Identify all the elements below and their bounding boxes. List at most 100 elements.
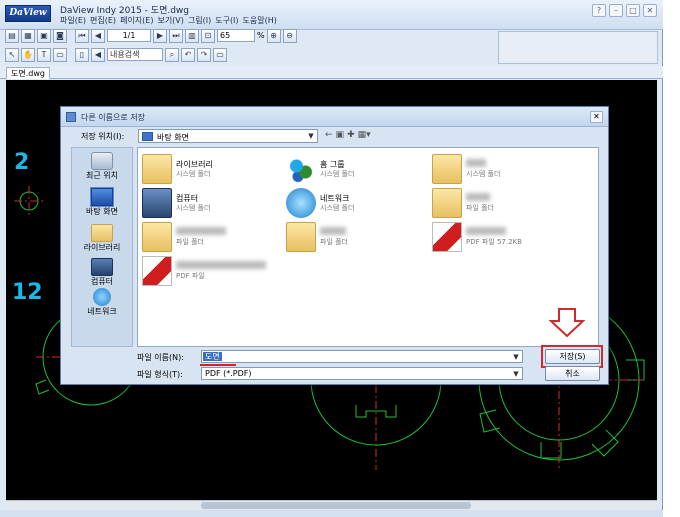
homegroup-icon (286, 154, 316, 184)
image-icon[interactable]: ▭ (53, 47, 67, 62)
pdf-file-icon (432, 222, 462, 252)
file-item-folder[interactable]: 파일 폴더 (142, 222, 282, 256)
place-desktop[interactable]: 바탕 화면 (72, 187, 132, 217)
daview-logo: DaView (5, 5, 51, 22)
file-type: 파일 폴더 (466, 204, 494, 212)
pan-hand-icon[interactable]: ✋ (21, 47, 35, 62)
search-icon[interactable]: ⌕ (165, 47, 179, 62)
file-item-folder[interactable]: 파일 폴더 (286, 222, 426, 256)
menu-page[interactable]: 페이지(E) (120, 15, 153, 26)
zoom-icon[interactable]: ⊡ (201, 28, 215, 43)
properties-icon[interactable]: ▣ (37, 28, 51, 43)
tab-drawing[interactable]: 도면.dwg (6, 67, 50, 79)
view-menu-icon[interactable]: ▦▾ (358, 130, 371, 140)
secondary-toolbar: ↖ ✋ T ▭ ▯ ◀ 내용검색 ⌕ ↶ ↷ ▭ (0, 46, 495, 63)
place-recent[interactable]: 최근 위치 (72, 152, 132, 181)
back-arrow-icon[interactable]: ← (325, 130, 333, 140)
cancel-button[interactable]: 취소 (545, 366, 600, 381)
place-computer[interactable]: 컴퓨터 (72, 258, 132, 287)
file-item-folder[interactable]: 파일 폴더 (432, 188, 582, 222)
file-name (320, 227, 346, 235)
network-globe-icon (286, 188, 316, 218)
file-item-user-folder[interactable]: 시스템 폴더 (432, 154, 582, 188)
last-page-icon[interactable]: ⏭ (169, 28, 183, 43)
minimize-button[interactable]: – (609, 4, 623, 17)
file-type: 시스템 폴더 (320, 204, 355, 212)
file-list[interactable]: 라이브러리 시스템 폴더 홈 그룹 시스템 폴더 시스템 폴더 컴퓨터 시스템 … (137, 147, 599, 347)
file-item-homegroup[interactable]: 홈 그룹 시스템 폴더 (286, 154, 426, 188)
red-arrow-icon (549, 308, 585, 338)
page-number-field[interactable]: 1/1 (107, 29, 151, 42)
scrollbar-thumb[interactable] (201, 502, 471, 509)
place-label: 라이브러리 (83, 243, 121, 252)
status-bar (0, 510, 663, 517)
fit-icon[interactable]: ◙ (53, 28, 67, 43)
save-icon[interactable]: ▤ (5, 28, 19, 43)
folder-icon (142, 222, 172, 252)
prev-page-icon[interactable]: ◀ (91, 28, 105, 43)
user-folder-icon (432, 154, 462, 184)
place-libraries[interactable]: 라이브러리 (72, 224, 132, 253)
back-icon[interactable]: ◀ (91, 47, 105, 62)
page-layout-icon[interactable]: ▥ (185, 28, 199, 43)
file-type: 시스템 폴더 (176, 170, 211, 178)
print-icon[interactable]: ▦ (21, 28, 35, 43)
cad-label-12: 12 (12, 280, 43, 305)
look-in-dropdown[interactable]: 바탕 화면 ▼ (138, 129, 318, 143)
zoom-field[interactable]: 65 (217, 29, 255, 42)
zoom-in-icon[interactable]: ⊕ (266, 28, 281, 43)
dialog-close-button[interactable]: ✕ (590, 111, 603, 123)
place-label: 최근 위치 (86, 171, 118, 180)
horizontal-scrollbar[interactable] (6, 500, 657, 510)
menu-edit[interactable]: 편집(E) (90, 15, 116, 26)
up-folder-icon[interactable]: ▣ (336, 130, 345, 140)
file-type-label: 파일 형식(T): (137, 370, 183, 379)
menu-image[interactable]: 그림(I) (188, 15, 211, 26)
measure-icon[interactable]: ▭ (213, 47, 227, 62)
chevron-down-icon[interactable]: ▼ (511, 352, 521, 362)
file-name-input[interactable]: 도면 ▼ (201, 350, 523, 363)
chevron-down-icon: ▼ (308, 132, 314, 140)
file-type-value: PDF (*.PDF) (205, 369, 252, 378)
file-name (176, 261, 266, 269)
file-name (466, 227, 506, 235)
network-globe-icon (93, 288, 111, 306)
file-name (176, 227, 226, 235)
close-button[interactable]: ✕ (643, 4, 657, 17)
place-label: 바탕 화면 (86, 207, 118, 216)
file-item-libraries[interactable]: 라이브러리 시스템 폴더 (142, 154, 282, 188)
file-name-value: 도면 (203, 352, 222, 361)
select-icon[interactable]: ↖ (5, 47, 19, 62)
place-label: 네트워크 (87, 307, 117, 316)
menu-tools[interactable]: 도구(I) (215, 15, 238, 26)
title-bar: DaView DaView Indy 2015 - 도면.dwg 파일(E) 편… (0, 0, 663, 30)
help-button[interactable]: ? (592, 4, 606, 17)
next-page-icon[interactable]: ▶ (153, 28, 167, 43)
file-item-pdf[interactable]: PDF 파일 (142, 256, 302, 290)
bookmark-icon[interactable]: ▯ (75, 47, 89, 62)
first-page-icon[interactable]: ⏮ (75, 28, 89, 43)
pdf-file-icon (142, 256, 172, 286)
computer-icon (142, 188, 172, 218)
file-name (466, 159, 486, 167)
rotate-right-icon[interactable]: ↷ (197, 47, 211, 62)
main-toolbar: ▤ ▦ ▣ ◙ ⏮ ◀ 1/1 ▶ ⏭ ▥ ⊡ 65 % ⊕ ⊖ (0, 27, 495, 44)
save-button[interactable]: 저장(S) (545, 349, 600, 364)
menu-file[interactable]: 파일(E) (60, 15, 86, 26)
file-item-pdf[interactable]: PDF 파일 57.2KB (432, 222, 582, 256)
dialog-nav-icons: ← ▣ ✚ ▦▾ (325, 130, 371, 140)
menu-help[interactable]: 도움말(H) (243, 15, 277, 26)
file-item-network[interactable]: 네트워크 시스템 폴더 (286, 188, 426, 222)
chevron-down-icon[interactable]: ▼ (511, 369, 521, 379)
rotate-left-icon[interactable]: ↶ (181, 47, 195, 62)
file-item-computer[interactable]: 컴퓨터 시스템 폴더 (142, 188, 282, 222)
zoom-out-icon[interactable]: ⊖ (282, 28, 297, 43)
search-input[interactable]: 내용검색 (107, 48, 163, 61)
text-icon[interactable]: T (37, 47, 51, 62)
menu-view[interactable]: 보기(V) (157, 15, 183, 26)
file-type: 파일 폴더 (176, 238, 204, 246)
file-type-select[interactable]: PDF (*.PDF) ▼ (201, 367, 523, 380)
maximize-button[interactable]: □ (626, 4, 640, 17)
place-network[interactable]: 네트워크 (72, 288, 132, 317)
new-folder-icon[interactable]: ✚ (347, 130, 355, 140)
